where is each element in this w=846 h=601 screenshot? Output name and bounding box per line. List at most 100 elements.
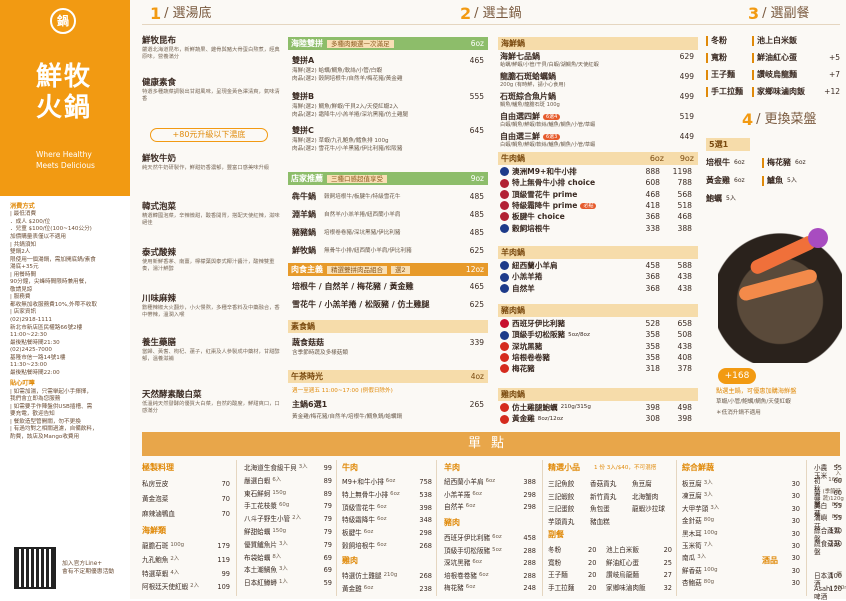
ala-row[interactable]: 板腱牛 6oz 298 bbox=[342, 529, 432, 537]
ala-row[interactable]: 八斗子野生小管 2入 79 bbox=[244, 515, 332, 523]
meat-row[interactable]: 頂級手切松阪豬 5oz/8oz 358 508 bbox=[500, 330, 694, 340]
ala-row[interactable]: 金針菇 80g 30 bbox=[682, 517, 800, 525]
meat-combo-row[interactable]: 雪花牛 / 小羔羊捲 / 松阪豬 / 仿土雞腿 625 bbox=[292, 300, 484, 310]
ala-row[interactable]: 手工花枝漿 60g 79 bbox=[244, 502, 332, 510]
meat-row[interactable]: 梅花豬 318 378 bbox=[500, 364, 694, 374]
meat-row[interactable]: 特級霜降牛 prime 必點 418 518 bbox=[500, 201, 694, 211]
ala-row[interactable]: 阿根廷天使紅蝦 2入 109 bbox=[142, 583, 230, 591]
seafood-row[interactable]: 自由選三鮮 6選3 449 bbox=[500, 132, 694, 142]
ala-row[interactable]: 頂級手切松阪豬 5oz 288 bbox=[444, 547, 536, 555]
meat-row[interactable]: 澳洲M9+和牛小排 888 1198 bbox=[500, 167, 694, 177]
soup-item[interactable]: 養生藥膳 當歸、黃耆、枸杞、蓮子，紅棗及人參製成中藥材，甘甜醇郁，溫養滋補 bbox=[142, 338, 282, 362]
side-row[interactable]: 寬粉 鮮油紅心蛋 +5 bbox=[706, 53, 840, 63]
meat-row[interactable]: 板腱牛 choice 368 468 bbox=[500, 212, 694, 222]
ala-row[interactable]: 大甲芋頭 3入 30 bbox=[682, 505, 800, 513]
ala-row[interactable]: 麻辣滷鴨血 70 bbox=[142, 510, 230, 518]
ala-row[interactable]: 布袋蛤蠣 8入 69 bbox=[244, 554, 332, 562]
soup-item[interactable]: 韓式泡菜 精選韓國泡菜，辛辣微甜，酸香開胃，搭配天使紅辣，滋味絕佳 bbox=[142, 202, 282, 226]
swap-row[interactable]: 培根牛 6oz 梅花豬 6oz bbox=[706, 158, 840, 168]
meat-row[interactable]: 紐西蘭小羊肩 458 588 bbox=[500, 261, 694, 271]
side-row[interactable]: 王子麵 讚岐烏龍麵 +7 bbox=[706, 70, 840, 80]
ala-row[interactable]: 黃金雞 6oz 238 bbox=[342, 585, 432, 593]
ala-row[interactable]: 小羔羊捲 6oz 298 bbox=[444, 491, 536, 499]
ala-row[interactable]: 特選仿土雞腿 210g 268 bbox=[342, 572, 432, 580]
ala-row[interactable]: 西班牙伊比利豬 6oz 458 bbox=[444, 534, 536, 542]
ala-row[interactable]: 優質鱸魚片 3入 79 bbox=[244, 541, 332, 549]
side-pair-row[interactable]: 寬粉 20 鮮油紅心蛋 25 bbox=[548, 559, 672, 567]
side-row[interactable]: 手工拉麵 家鄉味滷肉飯 +12 bbox=[706, 87, 840, 97]
ala-row[interactable]: 黑木耳 100g 30 bbox=[682, 530, 800, 538]
qr-code-icon[interactable] bbox=[14, 547, 56, 589]
ala-row[interactable]: 東石鮮蚵 150g 89 bbox=[244, 490, 332, 498]
soup-item[interactable]: 天然酵素酸白菜 低溫純天然發酵的優質大白菜，自然的酸度，鮮甜爽口，口感滿分 bbox=[142, 390, 282, 414]
ala-row[interactable]: 梅花豬 6oz 248 bbox=[444, 584, 536, 592]
ala-row[interactable]: 凍豆腐 3入 30 bbox=[682, 492, 800, 500]
ala-row[interactable]: M9+和牛小排 6oz 758 bbox=[342, 478, 432, 486]
ala-row[interactable]: 玉米筍 7入 30 bbox=[682, 542, 800, 550]
side-row[interactable]: 冬粉 池上白米飯 bbox=[706, 36, 840, 46]
ala-cell[interactable]: 豬血糕 bbox=[590, 518, 610, 526]
soup-item[interactable]: 健康素食 特選多種蔬菜調製出甘甜風味，呈現金黃色澤清爽，氣味清香 bbox=[142, 78, 282, 102]
recommend-row[interactable]: 豬豬鍋 培根卷卷豬/深坑黑豬/伊比利豬 485 bbox=[292, 228, 484, 238]
soup-item[interactable]: 鮮牧牛奶 純天然牛奶研製作，鮮甜奶香濃郁，豐富口感美味升級 bbox=[142, 154, 282, 172]
combo-row[interactable]: 雙拼C 645 bbox=[292, 126, 484, 136]
ala-row[interactable]: 南瓜 3入 30 bbox=[682, 554, 800, 562]
side-pair-row[interactable]: 手工拉麵 20 家鄉味滷肉飯 32 bbox=[548, 584, 672, 592]
swap-row[interactable]: 鮑蠣 5入 bbox=[706, 194, 840, 204]
meat-row[interactable]: 深坑黑豬 358 438 bbox=[500, 342, 694, 351]
ala-row[interactable]: 鮮甜蛤蠣 150g 79 bbox=[244, 528, 332, 536]
meat-row[interactable]: 小羔羊捲 368 438 bbox=[500, 272, 694, 282]
seafood-row[interactable]: 海鮮七品鍋 629 bbox=[500, 52, 694, 62]
ala-row[interactable]: 自然羊 6oz 298 bbox=[444, 503, 536, 511]
ala-row[interactable]: 特上無骨牛小排 6oz 538 bbox=[342, 491, 432, 499]
ala-row[interactable]: 紐西蘭小羊肩 6oz 388 bbox=[444, 478, 536, 486]
ala-cell[interactable]: 新竹貢丸 bbox=[590, 493, 616, 501]
recommend-row[interactable]: 鮮牧鍋 無骨牛小排/紐西蘭小羊肩/伊比利豬 625 bbox=[292, 246, 484, 256]
ala-row[interactable]: 九孔鮑魚 2入 119 bbox=[142, 556, 230, 564]
seafood-row[interactable]: 自由選四鮮 6選4 519 bbox=[500, 112, 694, 122]
ala-cell[interactable]: 龍蝦沙拉球 bbox=[632, 505, 665, 513]
meat-row[interactable]: 穀飼培根牛 338 388 bbox=[500, 224, 694, 233]
ala-row[interactable]: 杏鮑菇 80g 30 bbox=[682, 579, 800, 587]
ala-cell[interactable]: 魚包蛋 bbox=[590, 505, 610, 513]
ala-cell[interactable]: 魚豆腐 bbox=[632, 480, 652, 488]
ala-row[interactable]: 黃金泡菜 70 bbox=[142, 495, 230, 503]
meat-row[interactable]: 西班牙伊比利豬 528 658 bbox=[500, 319, 694, 329]
recommend-row[interactable]: 犇牛鍋 穀飼培根牛/板腱牛/特級雪花牛 485 bbox=[292, 192, 484, 202]
ala-cell[interactable]: 芋頭貢丸 bbox=[548, 518, 574, 526]
meat-combo-row[interactable]: 培根牛 / 自然羊 / 梅花豬 / 黃金雞 465 bbox=[292, 282, 484, 292]
ala-row[interactable]: 蔬食菇菇盤 230 bbox=[814, 540, 842, 556]
side-pair-row[interactable]: 王子麵 20 讚岐烏龍麵 27 bbox=[548, 571, 672, 579]
ala-cell[interactable]: 三記蝦餃 bbox=[548, 493, 574, 501]
meat-row[interactable]: 特上無骨牛小排 choice 608 788 bbox=[500, 178, 694, 188]
ala-row[interactable]: 鮮香菇 100g 30 bbox=[682, 567, 800, 575]
soup-item[interactable]: 泰式酸辣 使用新鮮香茅、南薑，檸檬葉與泰式椰汁醬汁，酸辣雙重奏，湯汁鮮醇 bbox=[142, 248, 282, 272]
ala-row[interactable]: 北海道生食級干貝 3入 99 bbox=[244, 464, 332, 472]
ala-row[interactable]: 穀飼培根牛 6oz 268 bbox=[342, 542, 432, 550]
seafood-row[interactable]: 龍膽石斑蛤蠣鍋 499 bbox=[500, 72, 694, 82]
meat-row[interactable]: 培根卷卷豬 358 408 bbox=[500, 353, 694, 363]
ala-cell[interactable]: 北海蟹肉 bbox=[632, 493, 658, 501]
side-pair-row[interactable]: 冬粉 20 池上白米飯 20 bbox=[548, 546, 672, 554]
ala-cell[interactable]: 三記蛋餃 bbox=[548, 505, 574, 513]
veg-row[interactable]: 蔬食菇菇 339 bbox=[292, 338, 484, 348]
combo-row[interactable]: 雙拼A 465 bbox=[292, 56, 484, 66]
ala-cell[interactable]: 香菇貢丸 bbox=[590, 480, 616, 488]
ala-row[interactable]: 特級霜降牛 6oz 348 bbox=[342, 516, 432, 524]
ala-row[interactable]: 私房豆皮 70 bbox=[142, 480, 230, 488]
seafood-row[interactable]: 石斑綜合魚片鍋 499 bbox=[500, 92, 694, 102]
ala-row[interactable]: 板豆腐 3入 30 bbox=[682, 480, 800, 488]
teatime-row[interactable]: 主鍋6選1 265 bbox=[292, 400, 484, 410]
combo-row[interactable]: 雙拼B 555 bbox=[292, 92, 484, 102]
meat-row[interactable]: 黃金雞 8oz/12oz 308 398 bbox=[500, 414, 694, 424]
swap-row[interactable]: 黃金雞 6oz 鱸魚 5入 bbox=[706, 176, 840, 186]
ala-row[interactable]: 深坑黑豬 6oz 288 bbox=[444, 559, 536, 567]
meat-row[interactable]: 自然羊 368 438 bbox=[500, 284, 694, 293]
ala-row[interactable]: 本土潮鯛魚 3入 69 bbox=[244, 566, 332, 574]
ala-row[interactable]: 日本紅鱒蟳 1入 59 bbox=[244, 579, 332, 587]
ala-row[interactable]: 培根卷卷豬 6oz 288 bbox=[444, 572, 536, 580]
soup-item[interactable]: 川味麻辣 數種辣椒大火翻炒，小火慢熬，多種辛香料及中藥融合，香中帶辣，溫潤入喉 bbox=[142, 294, 282, 318]
meat-row[interactable]: 仿土雞腿鮑蠣 210g/315g 398 498 bbox=[500, 403, 694, 413]
ala-row[interactable]: 頂級雪花牛 6oz 398 bbox=[342, 504, 432, 512]
ala-row[interactable]: 嚴選白蝦 6入 89 bbox=[244, 477, 332, 485]
